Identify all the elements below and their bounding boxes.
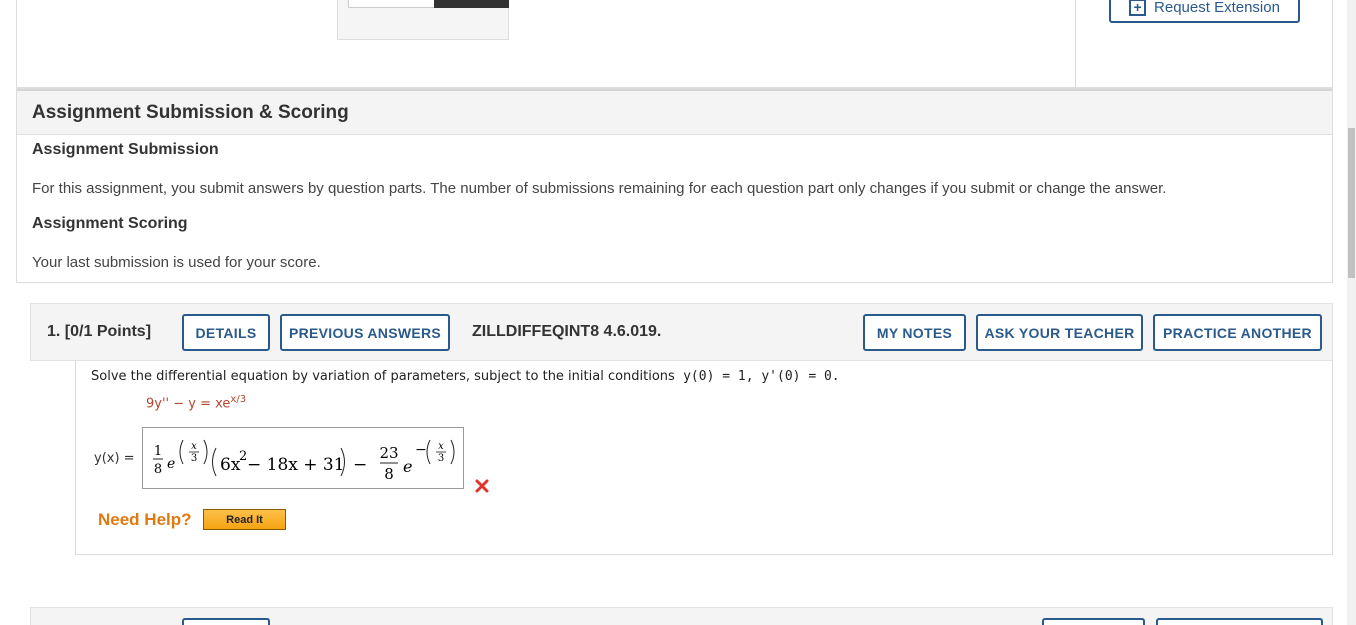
read-it-button[interactable]: Read It [203,509,286,530]
answer-math: 1 8 e x 3 6x 2 − 18x + 31 − 23 8 e − x 3 [153,439,455,483]
differential-equation: 9y'' − y = xex/3 [146,394,247,412]
minus-sign: − [353,455,367,475]
need-help-label: Need Help? [98,510,192,529]
question-number-points: 1. [0/1 Points] [47,323,152,340]
answer-label: y(x) = [94,451,135,466]
scroll-thumb[interactable] [1348,128,1355,278]
details-button[interactable]: DETAILS [182,314,270,351]
submission-scoring-panel: Assignment Submission & Scoring Assignme… [16,88,1333,283]
svg-text:x: x [191,441,197,452]
submission-text: For this assignment, you submit answers … [32,180,1167,197]
question-header: 1. [0/1 Points] DETAILS PREVIOUS ANSWERS… [30,303,1333,361]
scoring-text: Your last submission is used for your sc… [32,254,321,271]
previous-answers-button[interactable]: PREVIOUS ANSWERS [280,314,450,351]
coef1-denominator: 8 [154,462,162,477]
svg-text:x: x [438,441,444,452]
scoring-heading: Assignment Scoring [32,215,188,232]
page-scrollbar[interactable] [1347,0,1356,625]
ask-teacher-button[interactable]: ASK YOUR TEACHER [976,314,1143,351]
thumbnail-bar [434,0,509,8]
request-extension-button[interactable]: + Request Extension [1109,0,1300,23]
next-my-notes-button[interactable] [1042,618,1145,625]
submission-heading: Assignment Submission [32,141,219,158]
practice-another-button[interactable]: PRACTICE ANOTHER [1153,314,1322,351]
svg-text:3: 3 [438,453,444,464]
answer-input[interactable]: 1 8 e x 3 6x 2 − 18x + 31 − 23 8 e − x 3 [142,427,464,489]
coef1-numerator: 1 [154,444,162,459]
poly-rest: − 18x + 31 [247,455,345,475]
e2: e [403,457,412,476]
section-title: Assignment Submission & Scoring [32,101,349,123]
svg-text:3: 3 [191,453,197,464]
initial-conditions: y(0) = 1, y'(0) = 0. [683,369,840,384]
thumbnail-frame [348,0,509,8]
section-header: Assignment Submission & Scoring [17,89,1332,135]
coef2-denominator: 8 [384,465,394,483]
thumbnail-area [337,0,509,40]
svg-text:−: − [415,442,427,458]
next-ask-teacher-button[interactable] [1156,618,1323,625]
my-notes-button[interactable]: MY NOTES [863,314,966,351]
request-extension-label: Request Extension [1154,0,1280,16]
poly-main: 6x [220,455,241,475]
plus-icon: + [1129,0,1147,16]
question-code: ZILLDIFFEQINT8 4.6.019. [472,323,662,340]
incorrect-x-icon [475,479,489,493]
next-details-button[interactable] [182,618,270,625]
divider [1075,0,1076,88]
question-prompt: Solve the differential equation by varia… [91,369,840,384]
next-question-header [30,607,1333,625]
question-body: Solve the differential equation by varia… [75,361,1333,555]
coef2-numerator: 23 [379,444,398,462]
e1: e [167,456,175,472]
